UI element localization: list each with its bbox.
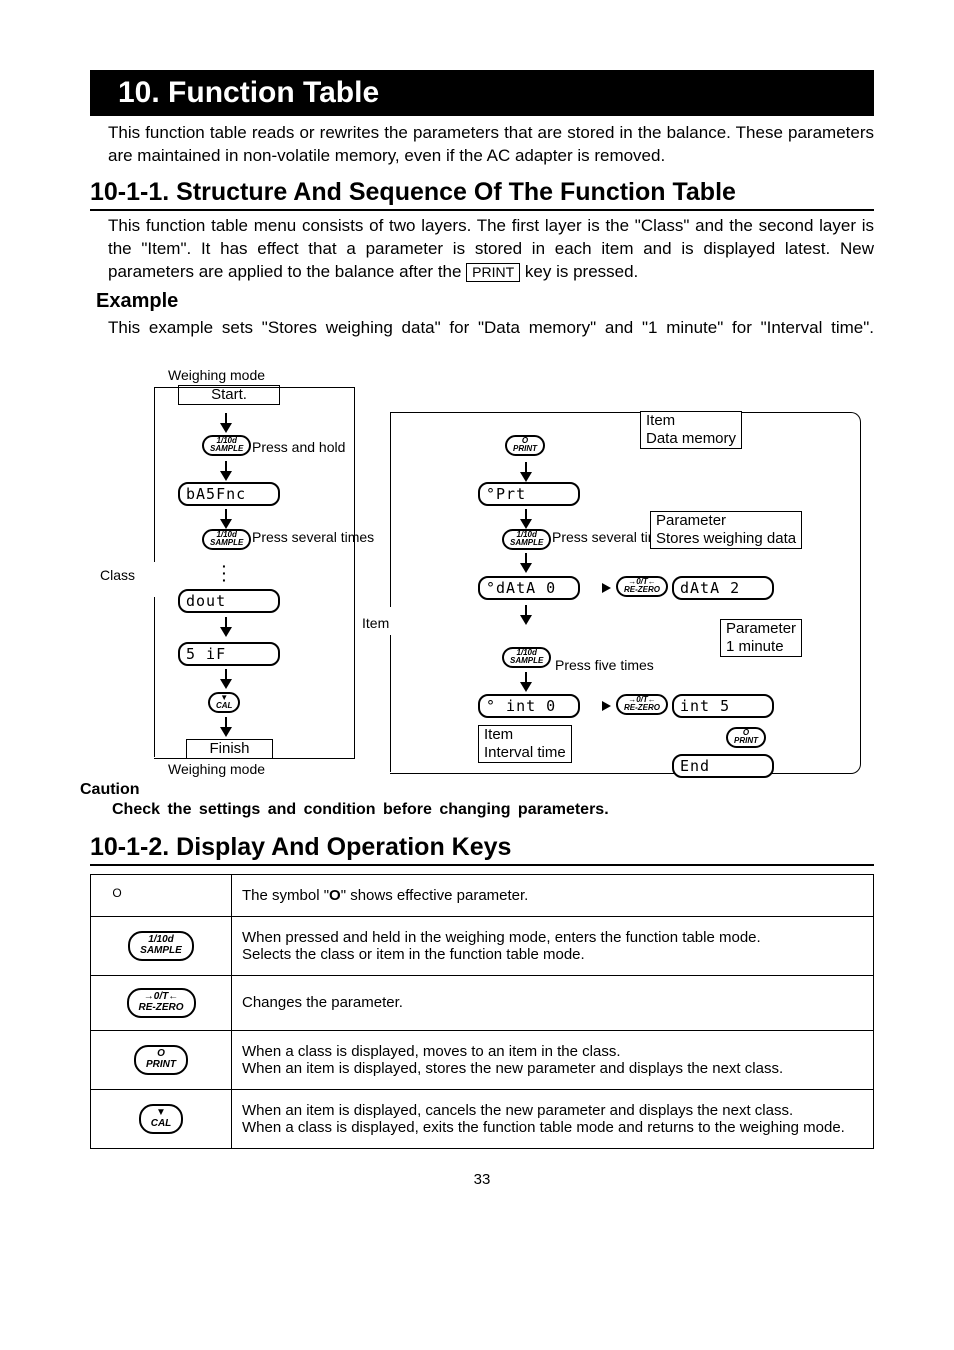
lcd-end: End bbox=[672, 754, 774, 778]
print-key-icon: O PRINT bbox=[134, 1045, 188, 1075]
press-and-hold: Press and hold bbox=[252, 439, 345, 455]
table-row: O The symbol "O" shows effective paramet… bbox=[91, 874, 874, 916]
rezero-key-icon: →0/T← RE-ZERO bbox=[127, 988, 196, 1018]
param-stores-box: Parameter Stores weighing data bbox=[650, 511, 802, 549]
key-description-table: O The symbol "O" shows effective paramet… bbox=[90, 874, 874, 1149]
table-row: →0/T← RE-ZERO Changes the parameter. bbox=[91, 975, 874, 1030]
lcd-prt: °Prt bbox=[478, 482, 580, 506]
rezero-button-2: →0/T← RE-ZERO bbox=[616, 694, 668, 716]
function-table-diagram: Weighing mode Start. 1/10d SAMPLE Press … bbox=[90, 367, 870, 777]
example-paragraph: This example sets "Stores weighing data"… bbox=[108, 317, 874, 363]
cell-symbol: O PRINT bbox=[91, 1030, 232, 1089]
lcd-data2: dAtA 2 bbox=[672, 576, 774, 600]
param-1min-box: Parameter 1 minute bbox=[720, 619, 802, 657]
sample-button-4: 1/10d SAMPLE bbox=[502, 647, 551, 669]
cell-symbol: 1/10d SAMPLE bbox=[91, 916, 232, 975]
lcd-int5: int 5 bbox=[672, 694, 774, 718]
class-label: Class bbox=[100, 567, 135, 583]
table-row: 1/10d SAMPLE When pressed and held in th… bbox=[91, 916, 874, 975]
cell-desc: When an item is displayed, cancels the n… bbox=[232, 1089, 874, 1148]
cell-desc: Changes the parameter. bbox=[232, 975, 874, 1030]
sample-button-3: 1/10d SAMPLE bbox=[502, 529, 551, 551]
item-label: Item bbox=[362, 615, 389, 631]
item-data-memory-box: Item Data memory bbox=[640, 411, 742, 449]
sample-key-icon: 1/10d SAMPLE bbox=[128, 931, 194, 961]
cell-symbol: ▼ CAL bbox=[91, 1089, 232, 1148]
caution-text: Check the settings and condition before … bbox=[112, 801, 874, 819]
print-button-2: O PRINT bbox=[726, 727, 766, 749]
item-interval-box: Item Interval time bbox=[478, 725, 572, 763]
weighing-mode-top: Weighing mode bbox=[168, 367, 265, 383]
chapter-title: 10. Function Table bbox=[90, 70, 874, 116]
print-key-inline: PRINT bbox=[466, 263, 520, 282]
cell-desc: When a class is displayed, moves to an i… bbox=[232, 1030, 874, 1089]
caution-heading: Caution bbox=[80, 781, 874, 799]
press-several-left: Press several times bbox=[252, 530, 374, 545]
print-button-1: O PRINT bbox=[505, 435, 545, 457]
table-row: O PRINT When a class is displayed, moves… bbox=[91, 1030, 874, 1089]
cell-desc: The symbol "O" shows effective parameter… bbox=[232, 874, 874, 916]
cell-desc: When pressed and held in the weighing mo… bbox=[232, 916, 874, 975]
cell-symbol: O bbox=[91, 874, 232, 916]
lcd-dout: dout bbox=[178, 589, 280, 613]
cal-key-icon: ▼ CAL bbox=[139, 1104, 184, 1134]
lcd-int0: ° int 0 bbox=[478, 694, 580, 718]
sample-button-2: 1/10d SAMPLE bbox=[202, 529, 251, 551]
table-row: ▼ CAL When an item is displayed, cancels… bbox=[91, 1089, 874, 1148]
press-five-times: Press five times bbox=[555, 657, 654, 673]
sample-button-1: 1/10d SAMPLE bbox=[202, 435, 251, 457]
start-box: Start. bbox=[178, 385, 280, 406]
example-heading: Example bbox=[96, 290, 874, 313]
intro-paragraph: This function table reads or rewrites th… bbox=[108, 122, 874, 168]
section-10-1-1-body: This function table menu consists of two… bbox=[108, 215, 874, 284]
lcd-basfnc: bA5Fnc bbox=[178, 482, 280, 506]
section-10-1-1-heading: 10-1-1. Structure And Sequence Of The Fu… bbox=[90, 178, 874, 211]
rezero-button-1: →0/T← RE-ZERO bbox=[616, 576, 668, 598]
cal-button: ▼ CAL bbox=[208, 692, 240, 714]
cell-symbol: →0/T← RE-ZERO bbox=[91, 975, 232, 1030]
weighing-mode-bottom: Weighing mode bbox=[168, 761, 265, 777]
page-number: 33 bbox=[90, 1171, 874, 1188]
body-text-b: key is pressed. bbox=[520, 262, 638, 281]
finish-box: Finish bbox=[186, 739, 273, 760]
section-10-1-2-heading: 10-1-2. Display And Operation Keys bbox=[90, 833, 874, 866]
lcd-data0: °dAtA 0 bbox=[478, 576, 580, 600]
lcd-sif: 5 iF bbox=[178, 642, 280, 666]
